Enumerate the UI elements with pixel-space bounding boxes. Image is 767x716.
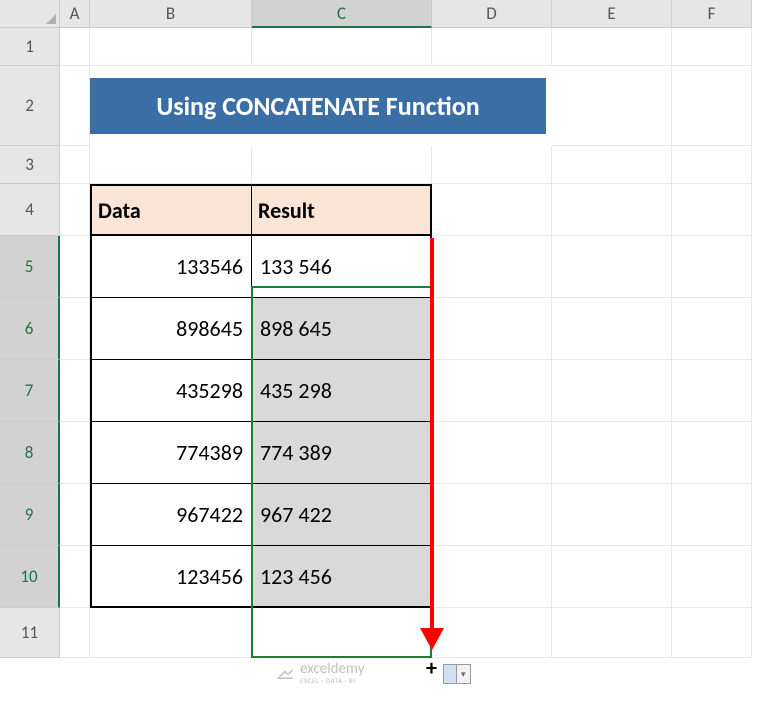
col-header-d[interactable]: D bbox=[432, 0, 552, 28]
row-header-9[interactable]: 9 bbox=[0, 484, 60, 546]
cell-d5[interactable] bbox=[432, 236, 552, 298]
autofill-options-button[interactable]: ▾ bbox=[443, 664, 471, 684]
row-header-2[interactable]: 2 bbox=[0, 66, 60, 146]
row-header-8[interactable]: 8 bbox=[0, 422, 60, 484]
table-row[interactable]: 774389 bbox=[90, 422, 252, 484]
cell-d7[interactable] bbox=[432, 360, 552, 422]
cell-d1[interactable] bbox=[432, 28, 552, 66]
row-header-1[interactable]: 1 bbox=[0, 28, 60, 66]
cell-e3[interactable] bbox=[552, 146, 672, 184]
cell-c1[interactable] bbox=[252, 28, 432, 66]
cell-a10[interactable] bbox=[60, 546, 90, 608]
cell-a3[interactable] bbox=[60, 146, 90, 184]
watermark-brand: exceldemy bbox=[300, 662, 364, 677]
cell-e2[interactable] bbox=[552, 66, 672, 146]
cell-a6[interactable] bbox=[60, 298, 90, 360]
col-header-c[interactable]: C bbox=[252, 0, 432, 28]
cell-f8[interactable] bbox=[672, 422, 752, 484]
table-header-result[interactable]: Result bbox=[252, 184, 432, 236]
arrow-line bbox=[430, 238, 434, 633]
cell-d11[interactable] bbox=[432, 608, 552, 658]
cell-e11[interactable] bbox=[552, 608, 672, 658]
cell-b1[interactable] bbox=[90, 28, 252, 66]
cell-d6[interactable] bbox=[432, 298, 552, 360]
cell-a4[interactable] bbox=[60, 184, 90, 236]
cell-a8[interactable] bbox=[60, 422, 90, 484]
table-row[interactable]: 967 422 bbox=[252, 484, 432, 546]
row-header-11[interactable]: 11 bbox=[0, 608, 60, 658]
chevron-down-icon: ▾ bbox=[457, 665, 470, 683]
table-row[interactable]: 435 298 bbox=[252, 360, 432, 422]
table-row[interactable]: 898645 bbox=[90, 298, 252, 360]
arrow-head-icon bbox=[420, 628, 444, 650]
table-row[interactable]: 435298 bbox=[90, 360, 252, 422]
table-row[interactable]: 123456 bbox=[90, 546, 252, 608]
cell-b3[interactable] bbox=[90, 146, 252, 184]
cell-d10[interactable] bbox=[432, 546, 552, 608]
cell-a2[interactable] bbox=[60, 66, 90, 146]
cell-e6[interactable] bbox=[552, 298, 672, 360]
col-header-a[interactable]: A bbox=[60, 0, 90, 28]
cell-e10[interactable] bbox=[552, 546, 672, 608]
table-row[interactable]: 898 645 bbox=[252, 298, 432, 360]
row-header-10[interactable]: 10 bbox=[0, 546, 60, 608]
row-header-3[interactable]: 3 bbox=[0, 146, 60, 184]
cell-e8[interactable] bbox=[552, 422, 672, 484]
cell-d4[interactable] bbox=[432, 184, 552, 236]
cell-e7[interactable] bbox=[552, 360, 672, 422]
cell-c3[interactable] bbox=[252, 146, 432, 184]
select-all-corner[interactable] bbox=[0, 0, 60, 28]
autofill-grid-icon bbox=[444, 665, 457, 683]
row-header-4[interactable]: 4 bbox=[0, 184, 60, 236]
table-header-data[interactable]: Data bbox=[90, 184, 252, 236]
col-header-b[interactable]: B bbox=[90, 0, 252, 28]
cell-d3[interactable] bbox=[432, 146, 552, 184]
watermark-logo-icon bbox=[276, 664, 294, 682]
watermark: exceldemy EXCEL · DATA · BI bbox=[276, 662, 364, 684]
table-row[interactable]: 133546 bbox=[90, 236, 252, 298]
cell-f9[interactable] bbox=[672, 484, 752, 546]
table-row[interactable]: 967422 bbox=[90, 484, 252, 546]
cell-f5[interactable] bbox=[672, 236, 752, 298]
cell-d9[interactable] bbox=[432, 484, 552, 546]
watermark-tagline: EXCEL · DATA · BI bbox=[300, 677, 364, 684]
cell-a1[interactable] bbox=[60, 28, 90, 66]
cell-f7[interactable] bbox=[672, 360, 752, 422]
title-banner: Using CONCATENATE Function bbox=[90, 78, 546, 134]
fill-handle-cursor-icon: + bbox=[426, 654, 437, 681]
cell-a5[interactable] bbox=[60, 236, 90, 298]
table-row[interactable]: 133 546 bbox=[252, 236, 432, 298]
cell-b11[interactable] bbox=[90, 608, 252, 658]
cell-c11[interactable] bbox=[252, 608, 432, 658]
cell-f4[interactable] bbox=[672, 184, 752, 236]
row-header-6[interactable]: 6 bbox=[0, 298, 60, 360]
cell-e1[interactable] bbox=[552, 28, 672, 66]
cell-f1[interactable] bbox=[672, 28, 752, 66]
cell-e9[interactable] bbox=[552, 484, 672, 546]
row-header-7[interactable]: 7 bbox=[0, 360, 60, 422]
col-header-e[interactable]: E bbox=[552, 0, 672, 28]
spreadsheet-grid: A B C D E F 1 2 Using CONCATENATE Functi… bbox=[0, 0, 767, 658]
cell-a11[interactable] bbox=[60, 608, 90, 658]
cell-a9[interactable] bbox=[60, 484, 90, 546]
cell-a7[interactable] bbox=[60, 360, 90, 422]
cell-f6[interactable] bbox=[672, 298, 752, 360]
cell-e5[interactable] bbox=[552, 236, 672, 298]
cell-e4[interactable] bbox=[552, 184, 672, 236]
cell-f3[interactable] bbox=[672, 146, 752, 184]
col-header-f[interactable]: F bbox=[672, 0, 752, 28]
table-row[interactable]: 774 389 bbox=[252, 422, 432, 484]
cell-f10[interactable] bbox=[672, 546, 752, 608]
row-header-5[interactable]: 5 bbox=[0, 236, 60, 298]
table-row[interactable]: 123 456 bbox=[252, 546, 432, 608]
cell-f2[interactable] bbox=[672, 66, 752, 146]
cell-f11[interactable] bbox=[672, 608, 752, 658]
cell-d8[interactable] bbox=[432, 422, 552, 484]
